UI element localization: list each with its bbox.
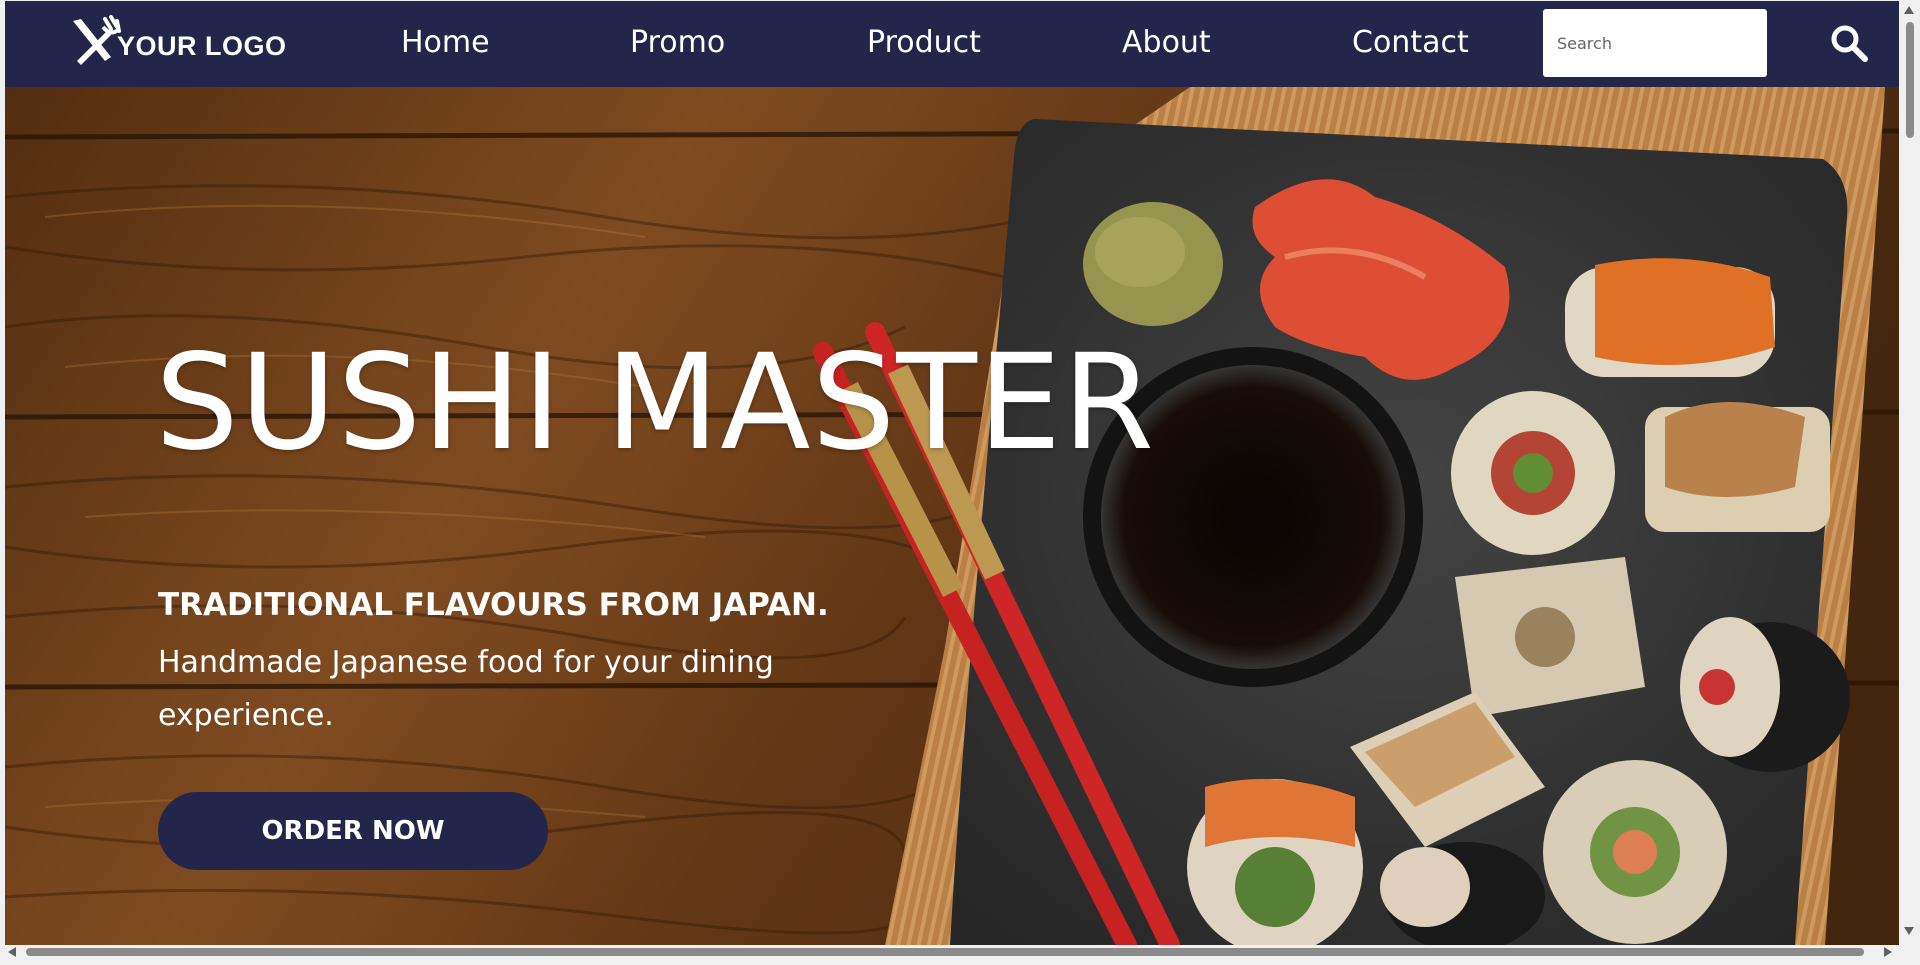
scroll-right-arrow-icon[interactable] [1884,947,1892,957]
scroll-down-arrow-icon[interactable] [1904,927,1914,935]
hero-title: SUSHI MASTER [155,326,1156,480]
logo[interactable]: YOUR LOGO [67,15,287,71]
order-now-button[interactable]: ORDER NOW [158,792,548,870]
search-icon [1831,25,1868,62]
vertical-scrollbar-thumb[interactable] [1906,22,1914,138]
navbar: YOUR LOGO Home Promo Product About Conta… [5,1,1899,87]
nav-promo[interactable]: Promo [630,23,725,63]
logo-text: YOUR LOGO [117,30,287,61]
horizontal-scrollbar-thumb[interactable] [26,948,1864,956]
search-input[interactable] [1543,9,1767,77]
nav-home[interactable]: Home [401,23,490,63]
hero-section: SUSHI MASTER TRADITIONAL FLAVOURS FROM J… [5,87,1899,945]
nav-contact[interactable]: Contact [1352,23,1469,63]
nav-about[interactable]: About [1122,23,1211,63]
fork-knife-icon [73,15,121,65]
hero-tagline: TRADITIONAL FLAVOURS FROM JAPAN. [158,587,829,623]
hero-description: Handmade Japanese food for your dining e… [158,645,774,733]
scroll-up-arrow-icon[interactable] [1904,6,1914,14]
scroll-left-arrow-icon[interactable] [8,947,16,957]
search-button[interactable] [1828,23,1872,67]
nav-product[interactable]: Product [867,23,981,63]
page-viewport: YOUR LOGO Home Promo Product About Conta… [5,1,1899,945]
vertical-scrollbar[interactable] [1899,0,1920,965]
